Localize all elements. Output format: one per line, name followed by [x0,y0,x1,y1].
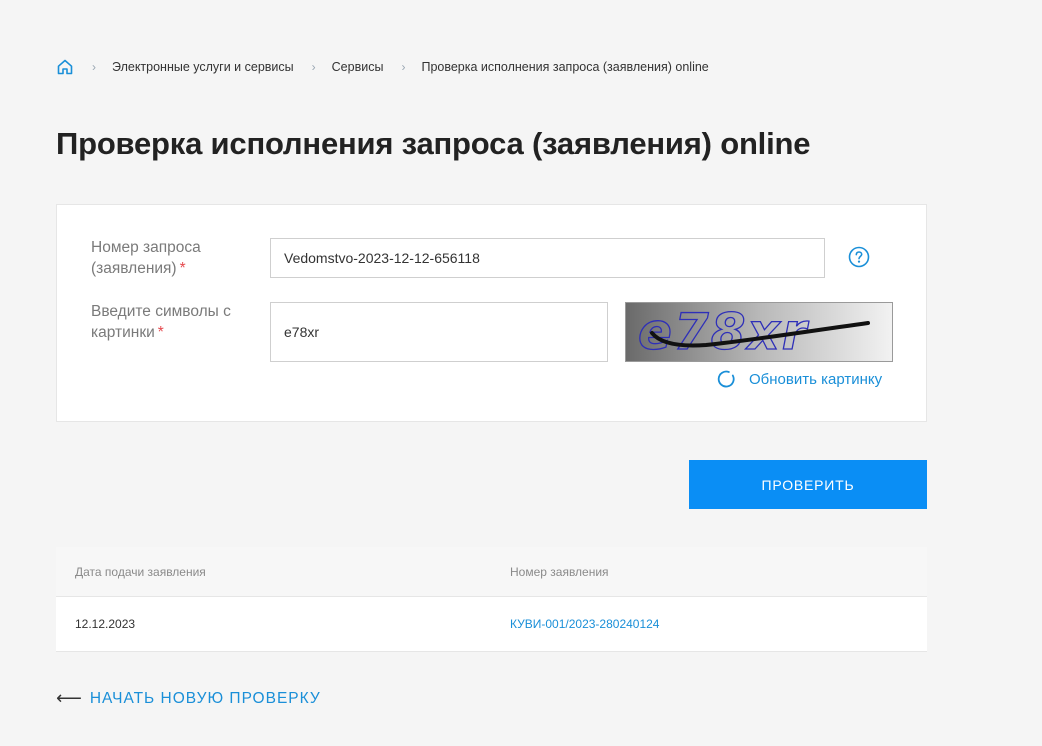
refresh-icon [717,369,737,389]
request-number-label-line2: (заявления) [91,260,177,277]
column-header-date: Дата подачи заявления [75,564,206,579]
request-check-form: Номер запроса (заявления)* Введите симво… [56,204,927,422]
captcha-label-line1: Введите символы с [91,303,231,320]
captcha-image-text: e78xr [638,303,810,361]
captcha-input[interactable] [270,302,608,362]
breadcrumb: › Электронные услуги и сервисы › Сервисы… [56,57,709,77]
breadcrumb-separator: › [311,60,316,74]
captcha-label-line2: картинки [91,324,155,341]
breadcrumb-separator: › [92,60,96,74]
results-header-row: Дата подачи заявления Номер заявления [56,547,927,597]
check-button[interactable]: ПРОВЕРИТЬ [689,460,927,509]
breadcrumb-item-current: Проверка исполнения запроса (заявления) … [421,60,709,74]
new-check-link[interactable]: ⟵ НАЧАТЬ НОВУЮ ПРОВЕРКУ [56,688,321,709]
home-icon[interactable] [56,58,74,76]
results-table: Дата подачи заявления Номер заявления 12… [56,547,927,652]
application-number-link[interactable]: КУВИ-001/2023-280240124 [510,617,659,631]
column-header-number: Номер заявления [510,564,609,579]
new-check-label: НАЧАТЬ НОВУЮ ПРОВЕРКУ [89,689,321,707]
captcha-image: e78xr [625,302,893,362]
help-icon[interactable] [848,246,870,268]
required-mark: * [157,324,164,341]
request-number-input[interactable] [270,238,825,278]
submission-date-cell: 12.12.2023 [75,617,136,631]
request-number-label: Номер запроса (заявления) * [91,237,251,279]
refresh-captcha-button[interactable]: Обновить картинку [717,369,882,389]
required-mark: * [179,260,186,277]
breadcrumb-item-services[interactable]: Сервисы [332,60,384,74]
breadcrumb-separator: › [401,60,406,74]
breadcrumb-item-electronic-services[interactable]: Электронные услуги и сервисы [112,60,294,74]
request-number-label-line1: Номер запроса [91,239,201,256]
table-row: 12.12.2023 КУВИ-001/2023-280240124 [56,597,927,652]
captcha-label: Введите символы с картинки * [91,301,251,343]
page-title: Проверка исполнения запроса (заявления) … [56,126,811,161]
arrow-left-icon: ⟵ [56,688,82,708]
refresh-captcha-label: Обновить картинку [749,370,883,388]
